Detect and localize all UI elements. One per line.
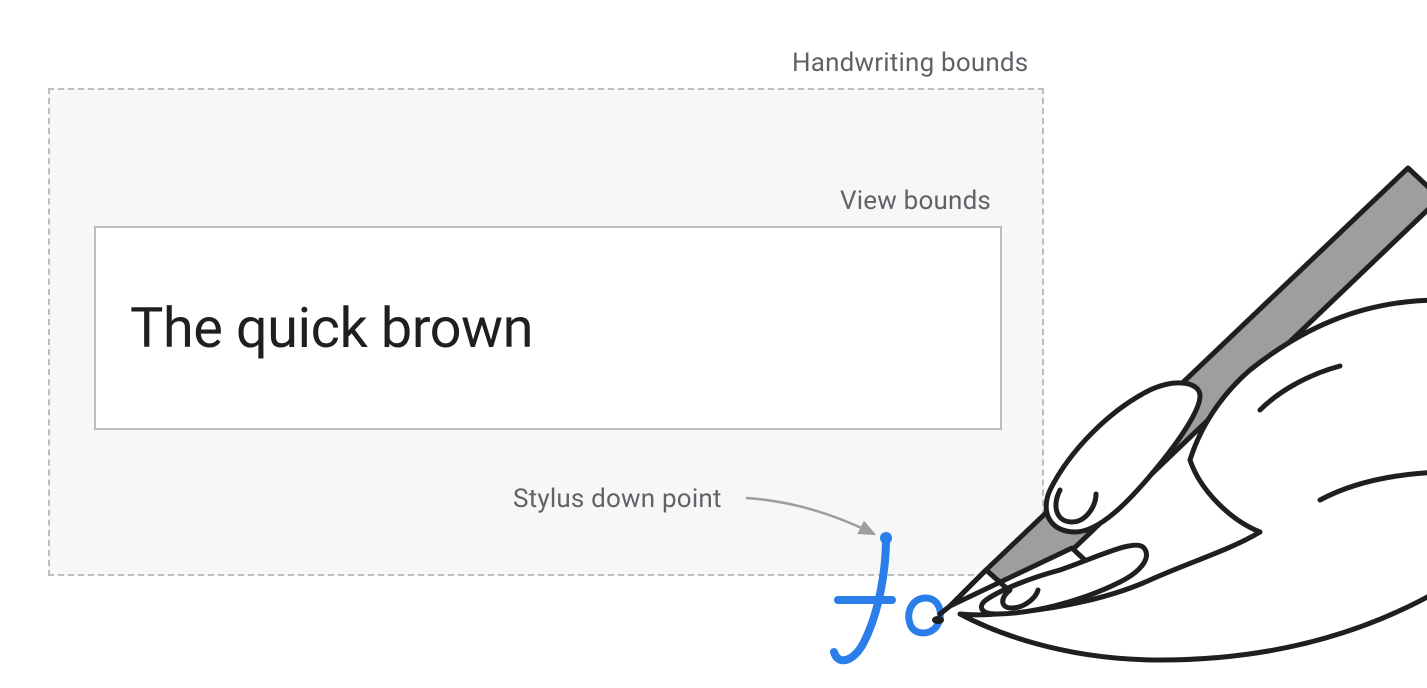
handwriting-bounds-label: Handwriting bounds xyxy=(792,48,1028,78)
stylus-down-point-label: Stylus down point xyxy=(513,484,722,514)
hand-with-stylus-icon xyxy=(900,160,1427,670)
text-input-value: The quick brown xyxy=(130,295,533,361)
view-bounds-box[interactable]: The quick brown xyxy=(94,226,1002,430)
